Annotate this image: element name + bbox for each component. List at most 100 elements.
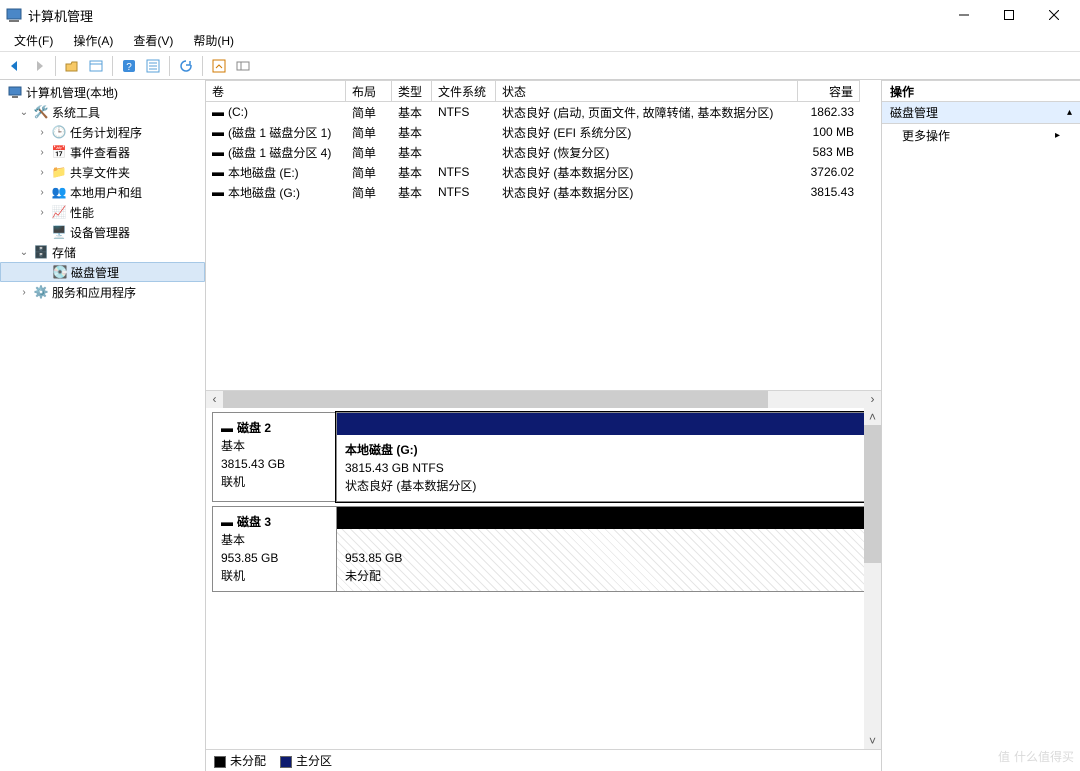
actions-header: 操作 (882, 80, 1080, 102)
legend-label: 未分配 (230, 754, 266, 768)
tree-task-scheduler[interactable]: › 🕒 任务计划程序 (0, 122, 205, 142)
cell-fs (432, 122, 496, 142)
disk-row[interactable]: ▬磁盘 2 基本 3815.43 GB 联机 本地磁盘 (G:) 3815.43… (212, 412, 875, 502)
partition-status: 状态良好 (基本数据分区) (345, 477, 866, 495)
refresh-button[interactable] (175, 55, 197, 77)
disk-row[interactable]: ▬磁盘 3 基本 953.85 GB 联机 953.85 GB 未分配 (212, 506, 875, 592)
collapse-icon[interactable]: ⌄ (18, 247, 30, 258)
disk-size: 3815.43 GB (221, 455, 328, 473)
disk-meta[interactable]: ▬磁盘 2 基本 3815.43 GB 联机 (212, 412, 336, 502)
menu-view[interactable]: 查看(V) (123, 30, 183, 51)
disk-meta[interactable]: ▬磁盘 3 基本 953.85 GB 联机 (212, 506, 336, 592)
storage-icon: 🗄️ (33, 244, 49, 260)
list-button[interactable] (232, 55, 254, 77)
volume-table[interactable]: 卷 布局 类型 文件系统 状态 容量 ▬(C:)简单基本NTFS状态良好 (启动… (206, 80, 881, 390)
back-button[interactable] (4, 55, 26, 77)
cell-volume: ▬(磁盘 1 磁盘分区 4) (206, 142, 346, 162)
table-row[interactable]: ▬本地磁盘 (G:)简单基本NTFS状态良好 (基本数据分区)3815.43 (206, 182, 881, 202)
col-capacity[interactable]: 容量 (798, 80, 860, 102)
scroll-thumb[interactable] (864, 425, 881, 563)
tree-device-manager[interactable]: 🖥️ 设备管理器 (0, 222, 205, 242)
col-layout[interactable]: 布局 (346, 80, 392, 102)
tree-shared-folders[interactable]: › 📁 共享文件夹 (0, 162, 205, 182)
tree-root[interactable]: 计算机管理(本地) (0, 82, 205, 102)
expand-icon[interactable]: › (36, 147, 48, 158)
disk-partition[interactable]: 953.85 GB 未分配 (336, 506, 875, 592)
tree-label: 事件查看器 (70, 144, 130, 161)
scroll-thumb[interactable] (223, 391, 768, 408)
expand-icon[interactable]: › (36, 167, 48, 178)
col-status[interactable]: 状态 (496, 80, 798, 102)
forward-button[interactable] (28, 55, 50, 77)
partition-header-bar (337, 507, 874, 529)
expand-icon[interactable]: › (36, 207, 48, 218)
col-type[interactable]: 类型 (392, 80, 432, 102)
cell-capacity: 583 MB (798, 142, 860, 162)
tree-label: 磁盘管理 (71, 264, 119, 281)
cell-layout: 简单 (346, 162, 392, 182)
vertical-scrollbar[interactable]: ˄ ˅ (864, 408, 881, 749)
col-volume[interactable]: 卷 (206, 80, 346, 102)
scroll-up-button[interactable]: ˄ (864, 408, 881, 425)
close-button[interactable] (1031, 0, 1076, 30)
expand-icon[interactable]: › (36, 187, 48, 198)
show-hide-button[interactable] (85, 55, 107, 77)
disk-drive-icon: ▬ (221, 421, 233, 435)
menu-file[interactable]: 文件(F) (4, 30, 63, 51)
disk-type: 基本 (221, 531, 328, 549)
cell-capacity: 100 MB (798, 122, 860, 142)
col-fs[interactable]: 文件系统 (432, 80, 496, 102)
collapse-icon[interactable]: ⌄ (18, 107, 30, 118)
scroll-left-button[interactable]: ‹ (206, 391, 223, 408)
tree-performance[interactable]: › 📈 性能 (0, 202, 205, 222)
disk-title: 磁盘 2 (237, 421, 271, 435)
minimize-button[interactable] (941, 0, 986, 30)
maximize-button[interactable] (986, 0, 1031, 30)
help-button[interactable]: ? (118, 55, 140, 77)
tree-label: 存储 (52, 244, 76, 261)
drive-icon: ▬ (212, 125, 224, 139)
actions-section[interactable]: 磁盘管理 ▴ (882, 102, 1080, 124)
menu-help[interactable]: 帮助(H) (183, 30, 244, 51)
app-icon (6, 7, 22, 23)
scroll-down-button[interactable]: ˅ (864, 732, 881, 749)
tree-system-tools[interactable]: ⌄ 🛠️ 系统工具 (0, 102, 205, 122)
cell-volume: ▬本地磁盘 (G:) (206, 182, 346, 202)
tree-users[interactable]: › 👥 本地用户和组 (0, 182, 205, 202)
legend: 未分配 主分区 (206, 749, 881, 771)
disk-partition[interactable]: 本地磁盘 (G:) 3815.43 GB NTFS 状态良好 (基本数据分区) (336, 412, 875, 502)
tree-storage[interactable]: ⌄ 🗄️ 存储 (0, 242, 205, 262)
partition-size: 953.85 GB (345, 549, 866, 567)
navigation-tree[interactable]: 计算机管理(本地) ⌄ 🛠️ 系统工具 › 🕒 任务计划程序 › 📅 事件查看器… (0, 80, 206, 771)
drive-icon: ▬ (212, 165, 224, 179)
separator-icon (202, 56, 203, 76)
cell-type: 基本 (392, 102, 432, 122)
table-row[interactable]: ▬(磁盘 1 磁盘分区 1)简单基本状态良好 (EFI 系统分区)100 MB (206, 122, 881, 142)
tree-event-viewer[interactable]: › 📅 事件查看器 (0, 142, 205, 162)
drive-icon: ▬ (212, 145, 224, 159)
menu-action[interactable]: 操作(A) (63, 30, 123, 51)
disk-drive-icon: ▬ (221, 515, 233, 529)
table-row[interactable]: ▬(磁盘 1 磁盘分区 4)简单基本状态良好 (恢复分区)583 MB (206, 142, 881, 162)
scroll-track[interactable] (223, 391, 864, 408)
up-folder-button[interactable] (61, 55, 83, 77)
properties-button[interactable] (142, 55, 164, 77)
tree-label: 计算机管理(本地) (26, 84, 118, 101)
tree-label: 性能 (70, 204, 94, 221)
scroll-track[interactable] (864, 425, 881, 732)
tree-disk-management[interactable]: 💽 磁盘管理 (0, 262, 205, 282)
cell-fs (432, 142, 496, 162)
users-icon: 👥 (51, 184, 67, 200)
actions-more[interactable]: 更多操作 ▸ (882, 124, 1080, 146)
scroll-right-button[interactable]: › (864, 391, 881, 408)
toolbar: ? (0, 52, 1080, 80)
table-row[interactable]: ▬本地磁盘 (E:)简单基本NTFS状态良好 (基本数据分区)3726.02 (206, 162, 881, 182)
table-row[interactable]: ▬(C:)简单基本NTFS状态良好 (启动, 页面文件, 故障转储, 基本数据分… (206, 102, 881, 122)
settings-button[interactable] (208, 55, 230, 77)
expand-icon[interactable]: › (18, 287, 30, 298)
cell-capacity: 1862.33 (798, 102, 860, 122)
expand-icon[interactable]: › (36, 127, 48, 138)
tree-services[interactable]: › ⚙️ 服务和应用程序 (0, 282, 205, 302)
partition-status: 未分配 (345, 567, 866, 585)
horizontal-scrollbar[interactable]: ‹ › (206, 390, 881, 407)
